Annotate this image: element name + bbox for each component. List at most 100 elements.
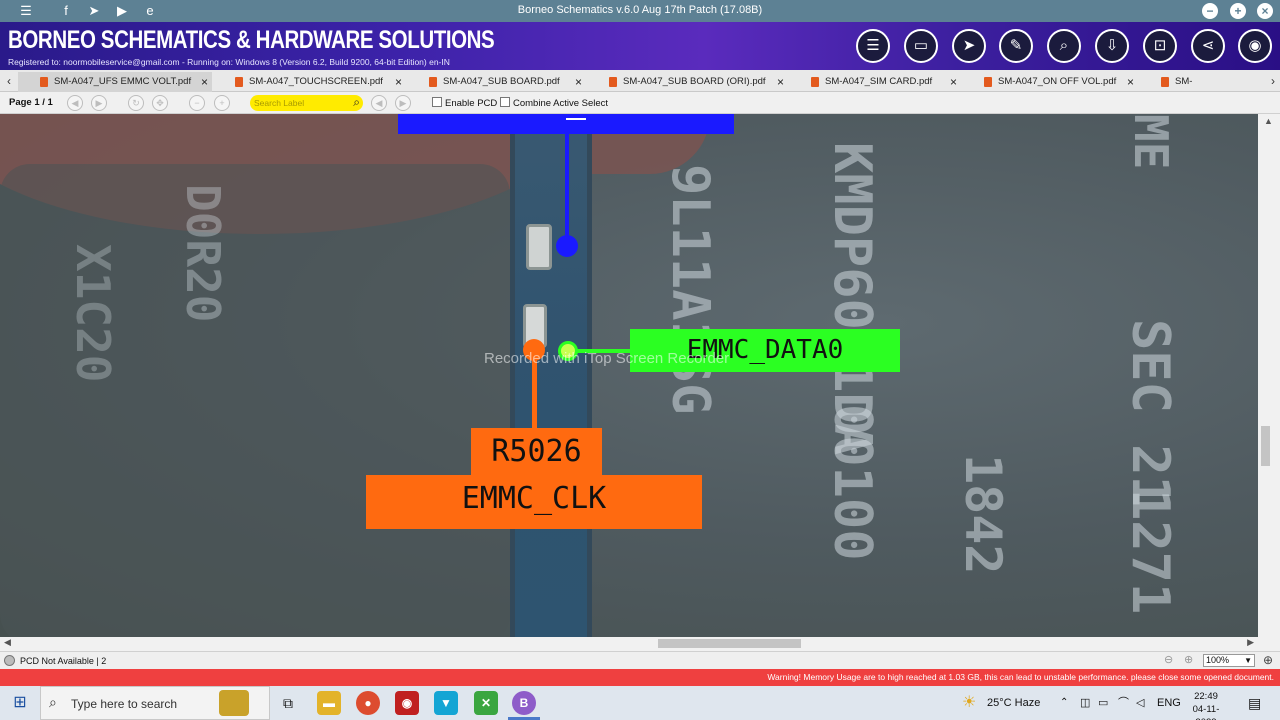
chip-marking-9: ME: [1124, 114, 1178, 170]
task-view-icon[interactable]: ⧉: [278, 686, 298, 720]
tab-close-icon[interactable]: ×: [395, 72, 402, 92]
pdf-icon: [40, 77, 48, 87]
tab-sub-board-ori[interactable]: SM-A047_SUB BOARD (ORI).pdf ×: [587, 72, 788, 92]
notifications-icon[interactable]: ▤: [1248, 686, 1261, 720]
r5026-label[interactable]: R5026: [471, 428, 602, 476]
prev-page-icon[interactable]: ◀: [67, 95, 83, 111]
chip-marking-2: 9L11A1SG: [660, 164, 720, 415]
list-icon[interactable]: ☰: [856, 29, 890, 63]
tab-close-icon[interactable]: ×: [950, 72, 957, 92]
tab-close-icon[interactable]: ×: [1127, 72, 1134, 92]
fit-icon[interactable]: ⊕: [1263, 653, 1273, 667]
tab-close-icon[interactable]: ×: [777, 72, 784, 92]
emmc-clk-label[interactable]: EMMC_CLK: [366, 475, 702, 529]
registration-info: Registered to: noormobileservice@gmail.c…: [8, 57, 450, 67]
combine-select-label: Combine Active Select: [513, 98, 609, 109]
download-icon[interactable]: ⇩: [1095, 29, 1129, 63]
trace-strip-inner: [515, 114, 587, 637]
zoom-out-icon[interactable]: −: [189, 95, 205, 111]
magic-wand-icon[interactable]: ✎: [999, 29, 1033, 63]
chrome-icon[interactable]: ●: [356, 691, 380, 715]
vertical-scrollbar[interactable]: ▲: [1258, 114, 1280, 637]
meet-icon[interactable]: ◫: [1080, 686, 1090, 720]
zoom-next-icon[interactable]: ⊕: [1184, 653, 1193, 666]
network-icon[interactable]: ⌒: [1118, 686, 1129, 720]
camera-icon[interactable]: ▭: [1098, 686, 1108, 720]
checkbox-box[interactable]: [500, 97, 510, 107]
memory-warning-text: Warning! Memory Usage are to high reache…: [767, 672, 1274, 682]
utility-app-icon[interactable]: ✕: [474, 691, 498, 715]
search-icon: ⌕: [49, 694, 57, 710]
viewer-toolbar: Page 1 / 1 ◀ ▶ ↻ ✥ − + ⌕ ◀ ▶ Enable PCD …: [0, 92, 1280, 114]
tab-on-off-vol[interactable]: SM-A047_ON OFF VOL.pdf ×: [962, 72, 1138, 92]
tab-close-icon[interactable]: ×: [201, 72, 208, 92]
tab-sim-card[interactable]: SM-A047_SIM CARD.pdf ×: [789, 72, 961, 92]
scrollbar-thumb[interactable]: [658, 639, 801, 648]
tray-expand-icon[interactable]: ⌃: [1060, 686, 1068, 720]
combine-active-select-checkbox[interactable]: Combine Active Select: [500, 97, 608, 109]
tab-touchscreen[interactable]: SM-A047_TOUCHSCREEN.pdf ×: [213, 72, 406, 92]
zoom-in-icon[interactable]: +: [214, 95, 230, 111]
windows-start-icon[interactable]: ⊞: [8, 686, 32, 720]
language-indicator[interactable]: ENG: [1157, 686, 1181, 720]
rotate-icon[interactable]: ↻: [128, 95, 144, 111]
enable-pcd-label: Enable PCD: [445, 98, 498, 109]
close-button[interactable]: ×: [1257, 3, 1273, 19]
search-icon[interactable]: ⌕: [353, 95, 360, 110]
next-page-icon[interactable]: ▶: [91, 95, 107, 111]
borneo-app-icon[interactable]: B: [512, 691, 536, 715]
tab-close-icon[interactable]: ×: [575, 72, 582, 92]
blue-net-point[interactable]: [556, 235, 578, 257]
chip-marking-7: D0R20: [176, 184, 230, 323]
pdf-icon: [811, 77, 819, 87]
chip-marking-5: SEC 21: [1120, 319, 1180, 507]
pan-icon[interactable]: ✥: [152, 95, 168, 111]
vpn-icon[interactable]: ▼: [434, 691, 458, 715]
search-next-icon[interactable]: ▶: [395, 95, 411, 111]
file-explorer-icon[interactable]: ▬: [317, 691, 341, 715]
scroll-left-icon[interactable]: ◀: [4, 637, 11, 648]
share-icon[interactable]: ⋖: [1191, 29, 1225, 63]
chip-marking-8: X1C20: [66, 244, 120, 383]
tab-scroll-right-icon[interactable]: ›: [1267, 73, 1279, 89]
cursor-icon[interactable]: ➤: [952, 29, 986, 63]
search-label-input[interactable]: [254, 96, 346, 110]
chip-marking-4: 1842: [954, 454, 1012, 575]
clock[interactable]: 22:49 04-11-2023: [1186, 690, 1226, 720]
screen-recorder-icon[interactable]: ◉: [395, 691, 419, 715]
screenshot-icon[interactable]: ⊡: [1143, 29, 1177, 63]
memory-warning-bar: Warning! Memory Usage are to high reache…: [0, 669, 1280, 686]
checkbox-box[interactable]: [432, 97, 442, 107]
scrollbar-thumb[interactable]: [1261, 426, 1270, 466]
tab-label: SM-A047_UFS EMMC VOLT.pdf: [54, 76, 192, 87]
clock-date: 04-11-2023: [1192, 704, 1220, 720]
weather-icon[interactable]: ☀: [962, 686, 976, 720]
zoom-icon[interactable]: ⌕: [1047, 29, 1081, 63]
blue-net-line: [565, 132, 569, 245]
minimize-button[interactable]: −: [1202, 3, 1218, 19]
taskbar-search[interactable]: ⌕ Type here to search: [40, 686, 270, 720]
zoom-select[interactable]: 100% ▼: [1203, 654, 1255, 667]
enable-pcd-checkbox[interactable]: Enable PCD: [432, 97, 497, 109]
zoom-prev-icon[interactable]: ⊖: [1164, 653, 1173, 666]
title-bar: ☰ f ➤ ▶ e Borneo Schematics v.6.0 Aug 17…: [0, 0, 1280, 22]
document-tabs: ‹ SM-A047_UFS EMMC VOLT.pdf × SM-A047_TO…: [0, 70, 1280, 107]
blue-net-label[interactable]: [398, 114, 734, 134]
tab-sub-board[interactable]: SM-A047_SUB BOARD.pdf ×: [407, 72, 586, 92]
weather-text[interactable]: 25°C Haze: [987, 686, 1040, 720]
maximize-button[interactable]: +: [1230, 3, 1246, 19]
schematic-viewer[interactable]: KMDP6001DA 9L11A1SG 00100 1842 SEC 21 12…: [0, 114, 1258, 637]
volume-icon[interactable]: ◁: [1136, 686, 1144, 720]
tab-scroll-left-icon[interactable]: ‹: [3, 73, 15, 89]
tab-network[interactable]: SM-A047_NETWORK: [1139, 72, 1267, 107]
devices-icon[interactable]: ▭: [904, 29, 938, 63]
windows-taskbar: ⊞ ⌕ Type here to search ⧉ ▬ ● ◉ ▼ ✕ B ☀ …: [0, 686, 1280, 720]
scroll-up-icon[interactable]: ▲: [1264, 116, 1273, 126]
horizontal-scrollbar[interactable]: ◀ ▶: [0, 637, 1280, 651]
component-pad-1: [526, 224, 552, 270]
scroll-right-icon[interactable]: ▶: [1247, 637, 1254, 648]
pcd-status-icon: [4, 655, 15, 666]
user-icon[interactable]: ◉: [1238, 29, 1272, 63]
search-prev-icon[interactable]: ◀: [371, 95, 387, 111]
tab-ufs-emmc-volt[interactable]: SM-A047_UFS EMMC VOLT.pdf ×: [18, 72, 212, 92]
